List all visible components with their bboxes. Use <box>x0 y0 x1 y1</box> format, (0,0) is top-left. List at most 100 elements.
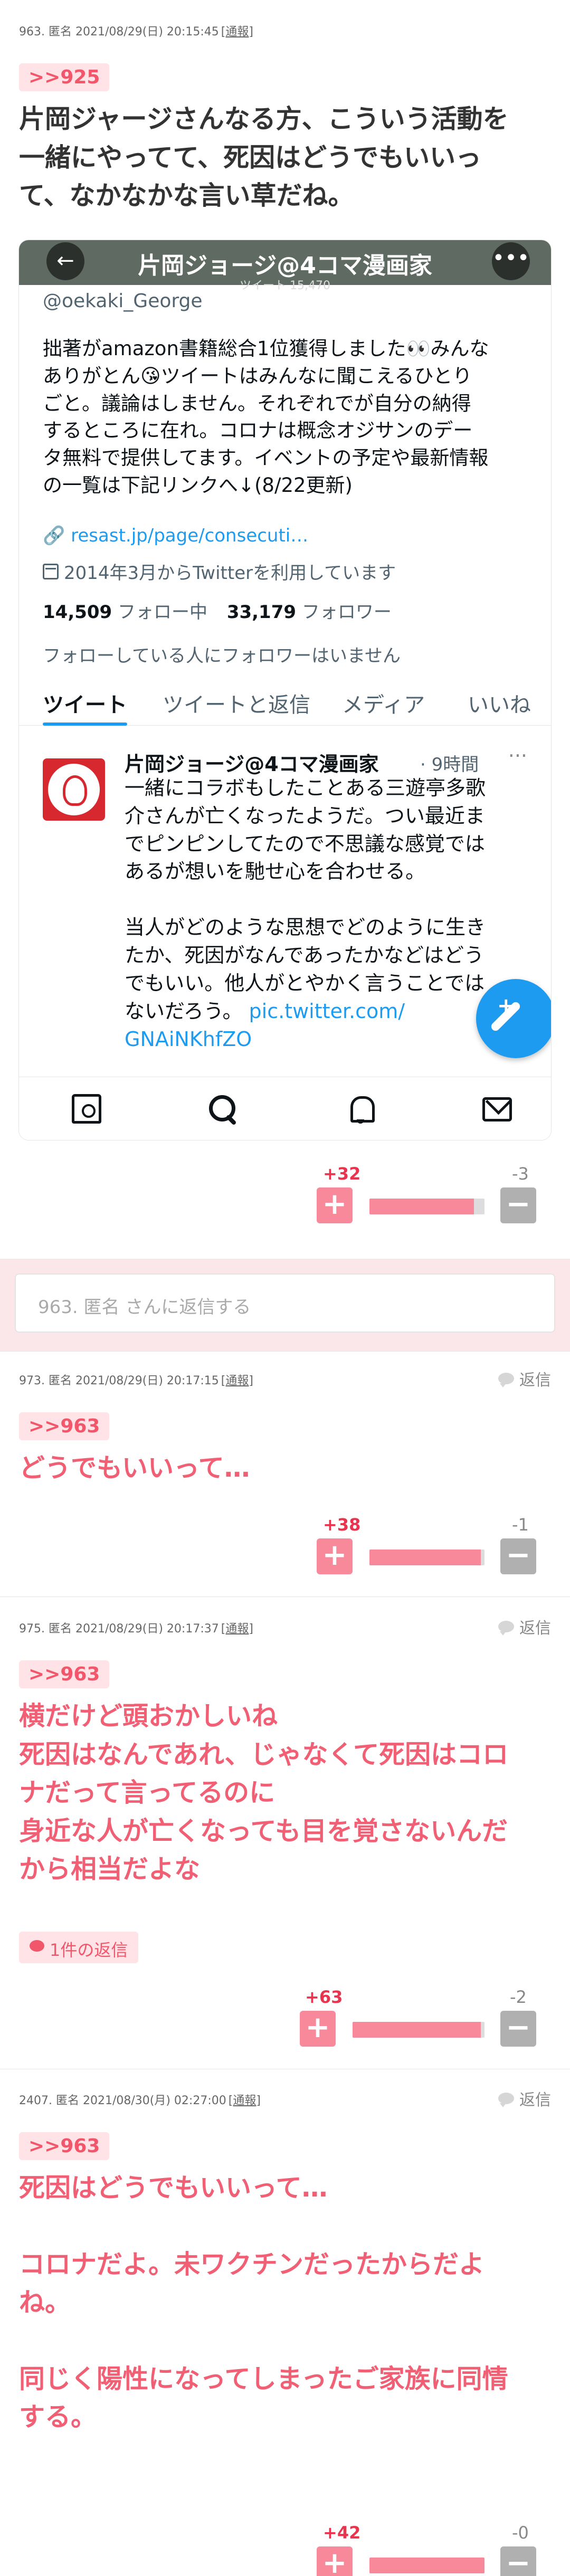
twitter-bottom-nav <box>19 1077 551 1140</box>
minus-button[interactable]: − <box>500 2546 536 2576</box>
post-meta: 973. 匿名 2021/08/29(日) 20:17:15 [通報] <box>19 1371 253 1388</box>
vote-ratio-bar <box>369 1199 484 1214</box>
anchor-link[interactable]: >>925 <box>19 63 110 91</box>
post-line: 死因はなんであれ、じゃなくて死因はコロ <box>19 1739 509 1770</box>
tweet-line: でピンピンしてたので不思議な感覚では <box>125 832 485 856</box>
report-link[interactable]: [通報] <box>221 1371 253 1388</box>
vote-ratio-bar <box>369 2558 484 2573</box>
reply-count-label: 1件の返信 <box>50 1940 128 1960</box>
plus-button[interactable]: + <box>317 1187 353 1223</box>
tweet-pic-link[interactable]: pic.twitter.com/ <box>249 1000 405 1023</box>
report-link[interactable]: [通報] <box>229 2091 261 2108</box>
twitter-header: ← 片岡ジョージ@4コマ漫画家 ツイート 15,470 ••• <box>19 240 551 292</box>
reply-count-badge[interactable]: 1件の返信 <box>19 1932 139 1963</box>
anchor-link[interactable]: >>963 <box>19 1660 110 1688</box>
vote-ratio-fill <box>369 1199 474 1214</box>
vote-widget: +38 -1 + − <box>317 1515 538 1578</box>
tweet-line: でもいい。他人がとやかく言うことでは <box>125 971 485 995</box>
reply-button[interactable]: 返信 <box>498 1367 551 1390</box>
tweet-line: 一緒にコラボもしたことある三遊亭多歌 <box>125 776 486 800</box>
reply-button[interactable]: 返信 <box>498 2087 551 2110</box>
post-line: から相当だよな <box>19 1854 201 1885</box>
tweet-line <box>125 886 536 914</box>
tweet-line: たか、死因がなんであったかなどはどう <box>125 944 484 967</box>
anchor-link[interactable]: >>963 <box>19 1412 110 1440</box>
following-count[interactable]: 14,509 <box>43 602 112 623</box>
minus-count: -0 <box>512 2523 529 2543</box>
mail-icon[interactable] <box>482 1097 512 1121</box>
avatar[interactable] <box>43 758 105 821</box>
home-icon[interactable] <box>72 1094 101 1124</box>
followers-count[interactable]: 33,179 <box>227 602 296 623</box>
post-line: ナだって言ってるのに <box>19 1777 276 1808</box>
speech-bubble-icon <box>498 1373 514 1387</box>
vote-ratio-bar <box>353 2022 484 2038</box>
post-body: 片岡ジャージさんなる方、こういう活動を 一緒にやってて、死因はどうでもいいっ て… <box>19 100 552 215</box>
minus-button[interactable]: − <box>500 1187 536 1223</box>
tweet-more-icon[interactable]: ··· <box>508 744 527 767</box>
compose-tweet-button[interactable] <box>476 979 551 1058</box>
post-body: 死因はどうでもいいって… コロナだよ。未ワクチンだったからだよ ね。 同じく陽性… <box>19 2169 557 2437</box>
tweet-line: ないだろう。 pic.twitter.com/ <box>125 999 405 1023</box>
divider <box>0 1351 570 1352</box>
search-icon[interactable] <box>208 1094 238 1124</box>
speech-bubble-icon <box>30 1940 44 1952</box>
post-line: 同じく陽性になってしまったご家族に同情 <box>19 2363 508 2394</box>
reply-input[interactable]: 963. 匿名 さんに返信する <box>15 1273 555 1333</box>
tab-tweets-replies[interactable]: ツイートと返信 <box>163 688 310 718</box>
link-icon: 🔗 <box>43 525 71 546</box>
anchor-link-wrap: >>963 <box>19 1660 110 1688</box>
active-tab-indicator <box>43 723 127 726</box>
tweet-author-name[interactable]: 片岡ジョージ@4コマ漫画家 <box>125 748 379 777</box>
plus-button[interactable]: + <box>300 2011 336 2047</box>
post-meta: 2407. 匿名 2021/08/30(月) 02:27:00 [通報] <box>19 2091 261 2108</box>
post-body: どうでもいいって… <box>19 1449 552 1488</box>
post-line: コロナだよ。未ワクチンだったからだよ <box>19 2249 485 2279</box>
vote-widget: +42 -0 + − <box>317 2523 538 2576</box>
tab-likes[interactable]: いいね <box>468 688 531 718</box>
bio-line: タ無料で提供してます。イベントの予定や最新情報 <box>43 446 489 470</box>
bio-line: するところに在れ。コロナは概念オジサンのデー <box>43 419 473 442</box>
tweet-time: · 9時間 <box>420 754 479 775</box>
tab-media[interactable]: メディア <box>342 688 425 718</box>
plus-count: +32 <box>323 1164 361 1184</box>
twitter-bio: 拙著がamazon書籍総合1位獲得しました👀みんな ありがとん😘ツイートはみんな… <box>43 335 528 499</box>
divider <box>0 1596 570 1597</box>
reply-label: 返信 <box>519 1371 551 1390</box>
report-link[interactable]: [通報] <box>221 22 253 39</box>
post-line: 横だけど頭おかしいね <box>19 1701 278 1731</box>
reply-label: 返信 <box>519 1619 551 1638</box>
reply-button[interactable]: 返信 <box>498 1615 551 1638</box>
profile-link-text: resast.jp/page/consecuti… <box>71 525 309 546</box>
bio-line: ごと。議論はしません。それぞれでが自分の納得 <box>43 392 471 415</box>
minus-button[interactable]: − <box>500 1538 536 1574</box>
post-body: 横だけど頭おかしいね 死因はなんであれ、じゃなくて死因はコロ ナだって言ってるの… <box>19 1697 557 1889</box>
tweet-pic-link-2[interactable]: GNAiNKhfZO <box>125 1025 536 1053</box>
plus-button[interactable]: + <box>317 2546 353 2576</box>
twitter-profile-link[interactable]: 🔗 resast.jp/page/consecuti… <box>43 525 308 546</box>
post-line: どうでもいいって… <box>19 1453 250 1483</box>
post-meta-text: 963. 匿名 2021/08/29(日) 20:15:45 <box>19 25 219 39</box>
minus-count: -2 <box>510 1987 527 2007</box>
post-line: 死因はどうでもいいって… <box>19 2173 328 2203</box>
post-line: する。 <box>19 2402 97 2432</box>
vote-widget: +32 -3 + − <box>317 1164 538 1227</box>
report-link[interactable]: [通報] <box>221 1619 253 1636</box>
bell-icon[interactable] <box>346 1094 376 1124</box>
plus-button[interactable]: + <box>317 1538 353 1574</box>
tab-tweets[interactable]: ツイート <box>43 688 127 718</box>
bio-line: 拙著がamazon書籍総合1位獲得しました👀みんな <box>43 337 489 360</box>
post-line: 身近な人が亡くなっても目を覚さないんだ <box>19 1815 508 1846</box>
minus-button[interactable]: − <box>500 2011 536 2047</box>
following-label: フォロー中 <box>118 602 208 623</box>
twitter-tabs: ツイート ツイートと返信 メディア いいね <box>19 678 551 726</box>
twitter-handle: @oekaki_George <box>43 290 203 312</box>
tweet-text: 一緒にコラボもしたことある三遊亭多歌 介さんが亡くなったようだ。つい最近ま でピ… <box>125 774 536 1053</box>
more-options-icon[interactable]: ••• <box>492 242 530 280</box>
tweet-line: あるが想いを馳せ心を合わせる。 <box>125 860 426 883</box>
vote-ratio-fill <box>369 1550 481 1565</box>
anchor-link[interactable]: >>963 <box>19 2132 110 2160</box>
post-line: 一緒にやってて、死因はどうでもいいっ <box>19 142 482 173</box>
twitter-embed: ← 片岡ジョージ@4コマ漫画家 ツイート 15,470 ••• @oekaki_… <box>19 240 551 1140</box>
